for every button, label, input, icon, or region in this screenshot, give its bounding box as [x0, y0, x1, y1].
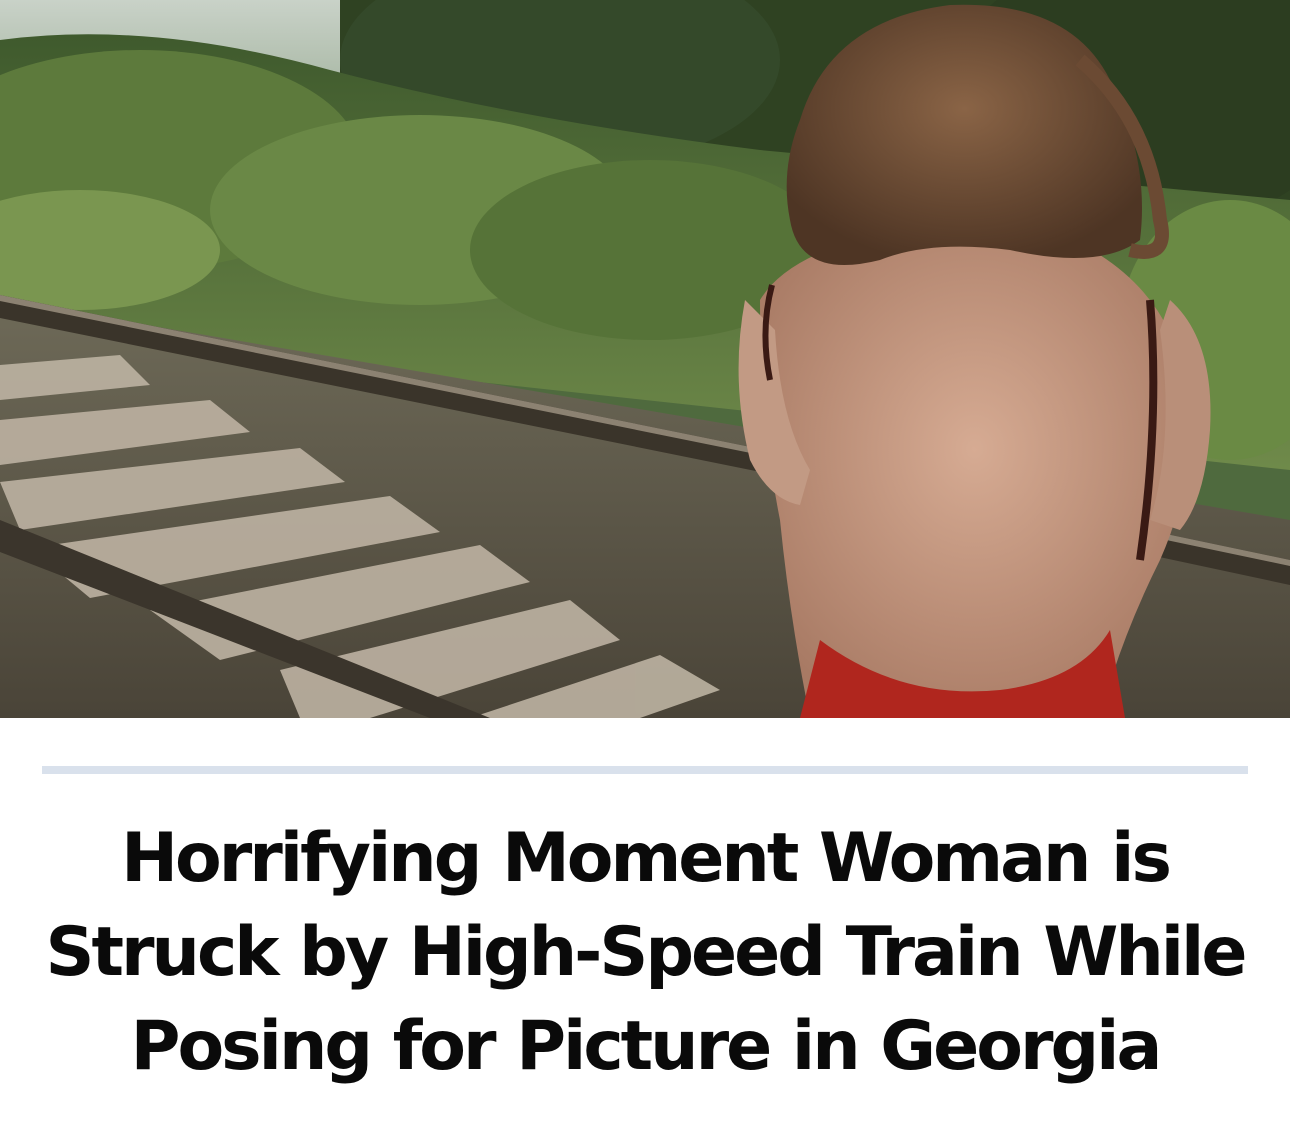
article-headline[interactable]: Horrifying Moment Woman is Struck by Hig…	[40, 812, 1250, 1094]
hero-image[interactable]	[0, 0, 1290, 718]
hero-photo	[0, 0, 1290, 718]
divider	[42, 766, 1248, 774]
article-card[interactable]: Horrifying Moment Woman is Struck by Hig…	[0, 0, 1290, 1131]
